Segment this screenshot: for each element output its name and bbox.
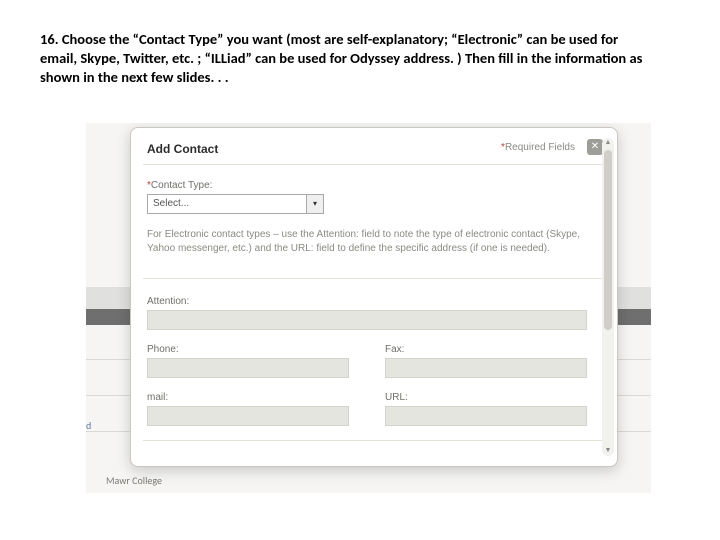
slide: 16. Choose the “Contact Type” you want (…: [0, 0, 720, 540]
screenshot-region: d Mawr College Add Contact *Required Fie…: [86, 123, 651, 493]
required-fields-label: *Required Fields: [501, 142, 575, 153]
instruction-caption: 16. Choose the “Contact Type” you want (…: [40, 30, 655, 87]
divider: [143, 164, 605, 165]
close-icon: ✕: [591, 141, 599, 152]
contact-type-select[interactable]: Select... ▾: [147, 194, 324, 214]
url-label: URL:: [385, 392, 587, 403]
required-fields-text: Required Fields: [505, 142, 575, 153]
close-button[interactable]: ✕: [587, 139, 603, 155]
electronic-hint-text: For Electronic contact types – use the A…: [147, 228, 599, 255]
attention-label: Attention:: [147, 296, 587, 307]
contact-type-label: *Contact Type:: [147, 180, 599, 191]
fax-label: Fax:: [385, 344, 587, 355]
fax-input[interactable]: [385, 358, 587, 378]
divider: [143, 440, 605, 441]
bg-left-fragment: d: [86, 419, 91, 432]
fax-group: Fax:: [385, 344, 587, 378]
mail-input[interactable]: [147, 406, 349, 426]
mail-label: mail:: [147, 392, 349, 403]
url-group: URL:: [385, 392, 587, 426]
modal-title: Add Contact: [147, 142, 218, 156]
contact-type-group: *Contact Type: Select... ▾: [147, 180, 599, 214]
scroll-thumb[interactable]: [604, 150, 612, 330]
contact-type-label-text: Contact Type:: [151, 180, 213, 191]
scroll-down-icon[interactable]: ▼: [602, 446, 614, 456]
contact-type-selected-value: Select...: [153, 198, 189, 209]
chevron-down-icon: ▾: [306, 195, 323, 213]
modal-scrollbar[interactable]: ▲ ▼: [602, 138, 614, 456]
add-contact-modal: Add Contact *Required Fields ✕ *Contact …: [130, 127, 618, 467]
divider: [143, 278, 605, 279]
attention-group: Attention:: [147, 296, 587, 330]
mail-group: mail:: [147, 392, 349, 426]
scroll-up-icon[interactable]: ▲: [602, 138, 614, 148]
bg-footer-text: Mawr College: [106, 474, 162, 487]
url-input[interactable]: [385, 406, 587, 426]
attention-input[interactable]: [147, 310, 587, 330]
phone-label: Phone:: [147, 344, 349, 355]
phone-input[interactable]: [147, 358, 349, 378]
phone-group: Phone:: [147, 344, 349, 378]
modal-inner: Add Contact *Required Fields ✕ *Contact …: [131, 128, 617, 466]
